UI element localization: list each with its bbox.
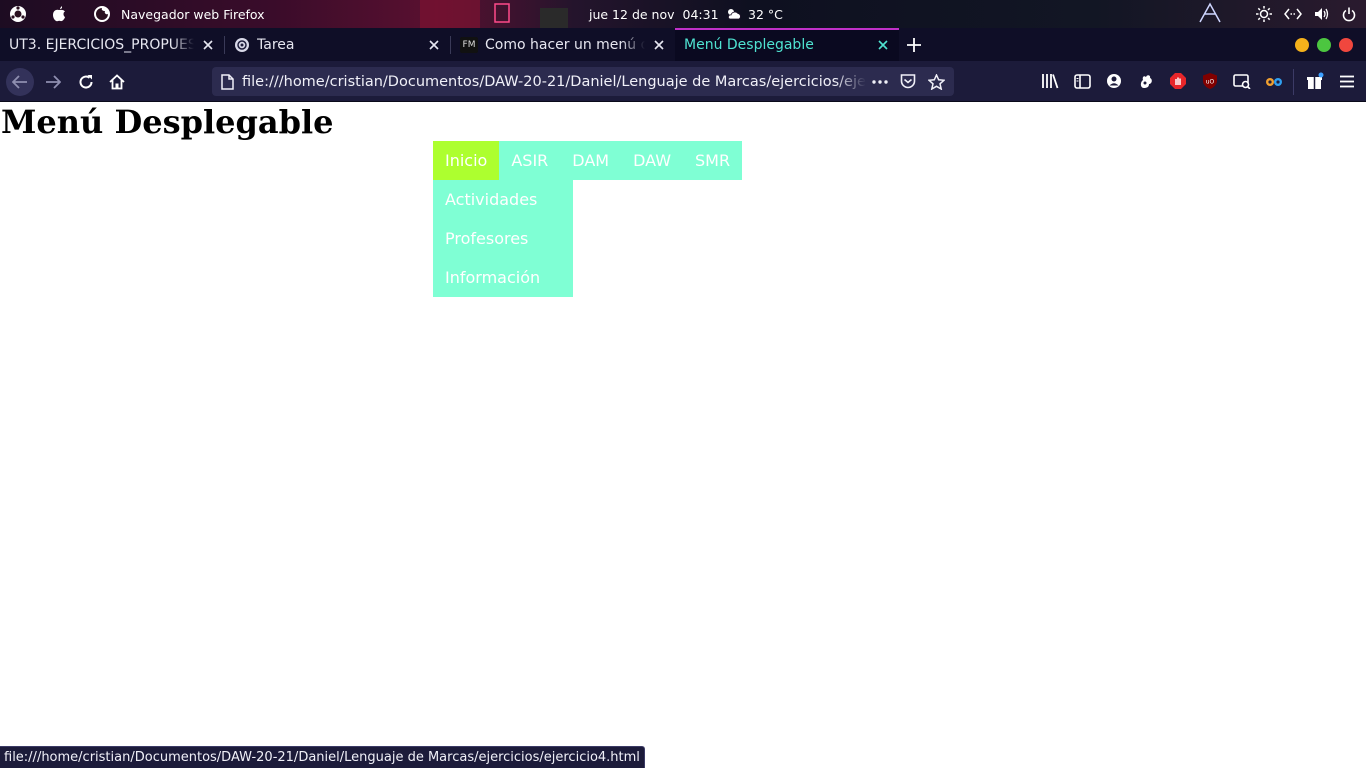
plus-icon <box>907 38 921 52</box>
tab-ut3-ejercicios[interactable]: UT3. EJERCICIOS_PROPUESTOS <box>0 28 224 61</box>
forward-button[interactable] <box>39 68 67 96</box>
clock-time: 04:31 <box>682 6 719 22</box>
moodle-icon <box>234 37 250 53</box>
url-text[interactable]: file:///home/cristian/Documentos/DAW-20-… <box>242 74 866 90</box>
system-top-bar: Navegador web Firefox jue 12 de nov 04:3… <box>0 0 1366 28</box>
menu-item-dam[interactable]: DAM <box>560 141 621 180</box>
pocket-icon[interactable] <box>894 68 922 96</box>
minimize-button[interactable] <box>1295 38 1309 52</box>
adblock-icon[interactable] <box>1167 70 1189 92</box>
account-icon[interactable] <box>1103 70 1125 92</box>
tab-menu-desplegable[interactable]: Menú Desplegable <box>675 28 899 61</box>
firefox-icon <box>93 5 111 23</box>
clock-date: jue 12 de nov <box>589 6 675 22</box>
extensions-gift-icon[interactable] <box>1304 70 1326 92</box>
menu-item-inicio[interactable]: Inicio <box>433 141 500 180</box>
weather-icon <box>726 7 742 21</box>
gnome-extension-icon[interactable] <box>1135 70 1157 92</box>
temperature-label: 32 °C <box>748 6 783 22</box>
page-actions-icon[interactable] <box>866 68 894 96</box>
hamburger-menu-icon[interactable] <box>1336 70 1358 92</box>
toolbar-separator <box>1293 69 1294 95</box>
link-status-bar: file:///home/cristian/Documentos/DAW-20-… <box>0 746 645 768</box>
submenu-item-profesores[interactable]: Profesores <box>433 219 573 258</box>
close-icon[interactable] <box>426 37 442 53</box>
brightness-icon[interactable] <box>1256 6 1272 22</box>
home-icon <box>109 74 125 90</box>
reload-icon <box>78 74 94 90</box>
menu-item-daw[interactable]: DAW <box>621 141 683 180</box>
svg-text:uO: uO <box>1206 79 1215 86</box>
tab-title: Tarea <box>257 36 295 53</box>
url-bar[interactable]: file:///home/cristian/Documentos/DAW-20-… <box>212 67 954 96</box>
page-icon <box>218 73 236 91</box>
menu-item-smr[interactable]: SMR <box>683 141 742 180</box>
clock-button[interactable]: jue 12 de nov 04:31 <box>589 0 719 28</box>
submenu-item-informacion[interactable]: Información <box>433 258 573 297</box>
fm-icon: FM <box>460 36 478 53</box>
tab-title: Menú Desplegable <box>684 36 814 53</box>
bookmark-star-icon[interactable] <box>922 68 950 96</box>
tab-como-hacer-menu[interactable]: FM Como hacer un menú desplegable <box>451 28 675 61</box>
dropdown-submenu: Actividades Profesores Información <box>433 180 573 297</box>
tab-strip: UT3. EJERCICIOS_PROPUESTOS Tarea FM Como… <box>0 28 1366 61</box>
weather-indicator[interactable]: 32 °C <box>726 0 783 28</box>
page-title: Menú Desplegable <box>1 103 334 141</box>
apple-icon <box>52 6 66 22</box>
close-window-button[interactable] <box>1339 38 1353 52</box>
tab-title: UT3. EJERCICIOS_PROPUESTOS <box>9 36 194 53</box>
home-button[interactable] <box>103 68 131 96</box>
active-app-name: Navegador web Firefox <box>121 6 265 22</box>
activities-icon <box>9 5 27 23</box>
arrow-right-icon <box>45 75 61 89</box>
main-menu: Inicio ASIR DAM DAW SMR <box>433 141 743 180</box>
close-icon[interactable] <box>651 37 667 53</box>
sidebar-icon[interactable] <box>1071 70 1093 92</box>
submenu-item-actividades[interactable]: Actividades <box>433 180 573 219</box>
library-icon[interactable] <box>1039 70 1061 92</box>
close-icon[interactable] <box>875 37 891 53</box>
maximize-button[interactable] <box>1317 38 1331 52</box>
tab-title: Como hacer un menú desplegable <box>485 36 645 53</box>
screenshot-icon[interactable] <box>1231 70 1253 92</box>
ublock-origin-icon[interactable]: uO <box>1199 70 1221 92</box>
wallpaper-decoration <box>420 0 568 28</box>
colorful-extension-icon[interactable] <box>1263 70 1285 92</box>
volume-icon[interactable] <box>1314 7 1330 21</box>
menu-item-asir[interactable]: ASIR <box>499 141 560 180</box>
new-tab-button[interactable] <box>904 35 924 55</box>
network-icon[interactable] <box>1284 8 1302 20</box>
active-app-menu[interactable]: Navegador web Firefox <box>93 0 265 28</box>
wallpaper-decoration <box>1199 2 1221 23</box>
close-icon[interactable] <box>200 37 216 53</box>
system-tray[interactable] <box>1244 0 1356 28</box>
apple-menu-button[interactable] <box>52 0 70 28</box>
reload-button[interactable] <box>72 68 100 96</box>
back-button[interactable] <box>6 68 34 96</box>
page-content: Menú Desplegable Inicio ASIR DAM DAW SMR… <box>0 102 1366 768</box>
activities-button[interactable] <box>9 0 29 28</box>
arrow-left-icon <box>12 75 28 89</box>
power-icon[interactable] <box>1342 7 1356 22</box>
tab-tarea[interactable]: Tarea <box>225 28 450 61</box>
